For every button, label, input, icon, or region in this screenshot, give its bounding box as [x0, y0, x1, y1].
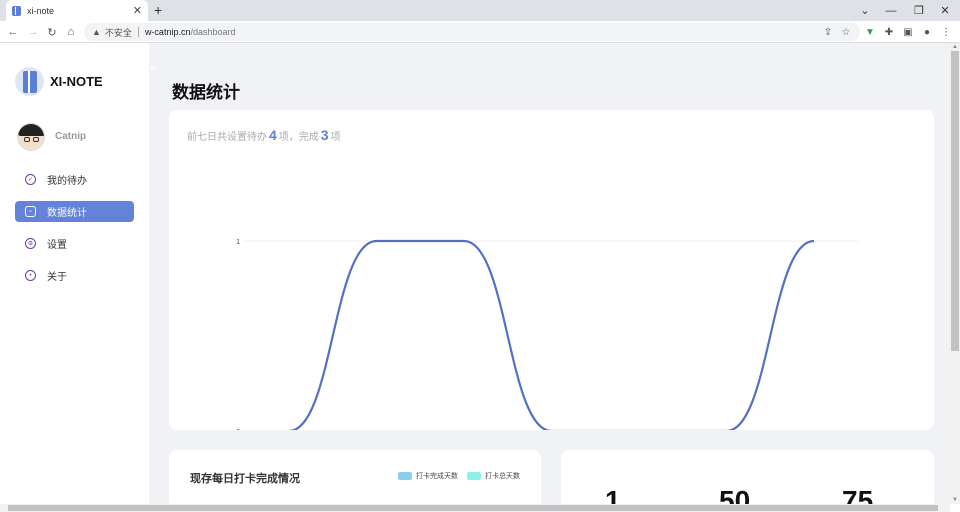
- brand-name: XI-NOTE: [50, 74, 103, 89]
- sidebar: XI-NOTE Catnip ✓ 我的待办 ~ 数据统计 ⚙ 设置 • 关于: [0, 43, 149, 504]
- line-chart: 0110/1910/2010/2110/2210/2310/2410/25: [236, 239, 858, 430]
- sidebar-item-todo[interactable]: ✓ 我的待办: [15, 169, 134, 190]
- page-title: 数据统计: [172, 83, 240, 102]
- home-icon[interactable]: ⌂: [63, 24, 79, 40]
- reload-icon[interactable]: ↻: [44, 24, 60, 40]
- sidebar-item-settings[interactable]: ⚙ 设置: [15, 233, 134, 254]
- tab-title: xi-note: [27, 5, 55, 16]
- sidebar-item-about[interactable]: • 关于: [15, 265, 134, 286]
- close-window-button[interactable]: ✕: [932, 0, 958, 21]
- logo-icon: [15, 67, 44, 96]
- extensions-icon[interactable]: ✚: [881, 24, 897, 40]
- sidebar-menu: ✓ 我的待办 ~ 数据统计 ⚙ 设置 • 关于: [15, 169, 134, 297]
- menu-icon[interactable]: ⋮: [938, 24, 954, 40]
- chart-line-icon: ~: [25, 206, 36, 217]
- sidebar-item-statistics[interactable]: ~ 数据统计: [15, 201, 134, 222]
- legend-item[interactable]: 打卡总天数: [467, 471, 520, 481]
- forward-icon[interactable]: →: [25, 24, 41, 40]
- stat-value: 75: [842, 485, 874, 504]
- legend-swatch: [467, 472, 481, 480]
- close-tab-icon[interactable]: ✕: [133, 4, 142, 17]
- checkin-title: 现存每日打卡完成情况: [190, 473, 300, 485]
- warning-icon: ▲: [92, 27, 101, 37]
- checkin-card: 现存每日打卡完成情况 打卡完成天数 打卡总天数: [169, 450, 541, 504]
- scroll-down-icon[interactable]: ▼: [950, 496, 960, 504]
- username: Catnip: [55, 131, 87, 142]
- browser-toolbar: ← → ↻ ⌂ ▲ 不安全 w-catnip.cn /dashboard ⇪ ☆…: [0, 21, 960, 43]
- new-tab-button[interactable]: +: [154, 2, 162, 18]
- address-bar[interactable]: ▲ 不安全 w-catnip.cn /dashboard: [84, 23, 860, 41]
- side-panel-icon[interactable]: ▣: [900, 24, 916, 40]
- bookmark-star-icon[interactable]: ☆: [838, 24, 854, 40]
- insecure-label: 不安全: [104, 27, 132, 38]
- y-tick-label: 0: [236, 429, 240, 430]
- app-root: XI-NOTE Catnip ✓ 我的待办 ~ 数据统计 ⚙ 设置 • 关于 数…: [0, 43, 950, 504]
- legend-item[interactable]: 打卡完成天数: [398, 471, 458, 481]
- back-icon[interactable]: ←: [5, 24, 21, 40]
- vertical-scrollbar[interactable]: ▲ ▼: [950, 43, 960, 504]
- url-path: /dashboard: [190, 27, 236, 37]
- sidebar-item-label: 数据统计: [47, 208, 87, 219]
- profile-icon[interactable]: ●: [919, 24, 935, 40]
- mouse-cursor-icon: [151, 67, 156, 70]
- stat-value: 50: [719, 485, 751, 504]
- vue-extension-icon[interactable]: ▼: [862, 24, 878, 40]
- url-domain: w-catnip.cn: [144, 27, 191, 37]
- stats-card: 1 50 75: [561, 450, 934, 504]
- chart-card: 前七日共设置待办4项，完成3项 0110/1910/2010/2110/2210…: [169, 110, 934, 430]
- divider: [137, 27, 139, 37]
- legend-swatch: [398, 472, 412, 480]
- horizontal-scrollbar[interactable]: [0, 504, 950, 512]
- browser-tab[interactable]: xi-note ✕: [6, 0, 148, 21]
- avatar[interactable]: [17, 123, 45, 151]
- sidebar-item-label: 关于: [47, 272, 67, 283]
- minimize-button[interactable]: —: [878, 0, 904, 21]
- legend-label: 打卡总天数: [485, 473, 520, 480]
- favicon-icon: [12, 5, 21, 16]
- browser-tab-bar: xi-note ✕ + ⌄ — ❐ ✕: [0, 0, 960, 21]
- scrollbar-thumb[interactable]: [8, 505, 938, 511]
- restore-button[interactable]: ❐: [906, 0, 932, 21]
- stat-value: 1: [605, 485, 621, 504]
- sidebar-item-label: 设置: [47, 240, 67, 251]
- check-circle-icon: ✓: [25, 174, 36, 185]
- sidebar-item-label: 我的待办: [47, 176, 87, 187]
- share-icon[interactable]: ⇪: [820, 24, 836, 40]
- tab-search-icon[interactable]: ⌄: [852, 0, 878, 21]
- series-line: [288, 239, 815, 430]
- palette-icon: •: [25, 270, 36, 281]
- legend-label: 打卡完成天数: [416, 473, 458, 480]
- y-tick-label: 1: [236, 239, 240, 246]
- scrollbar-thumb[interactable]: [951, 51, 959, 351]
- scroll-up-icon[interactable]: ▲: [950, 43, 960, 51]
- gear-icon: ⚙: [25, 238, 36, 249]
